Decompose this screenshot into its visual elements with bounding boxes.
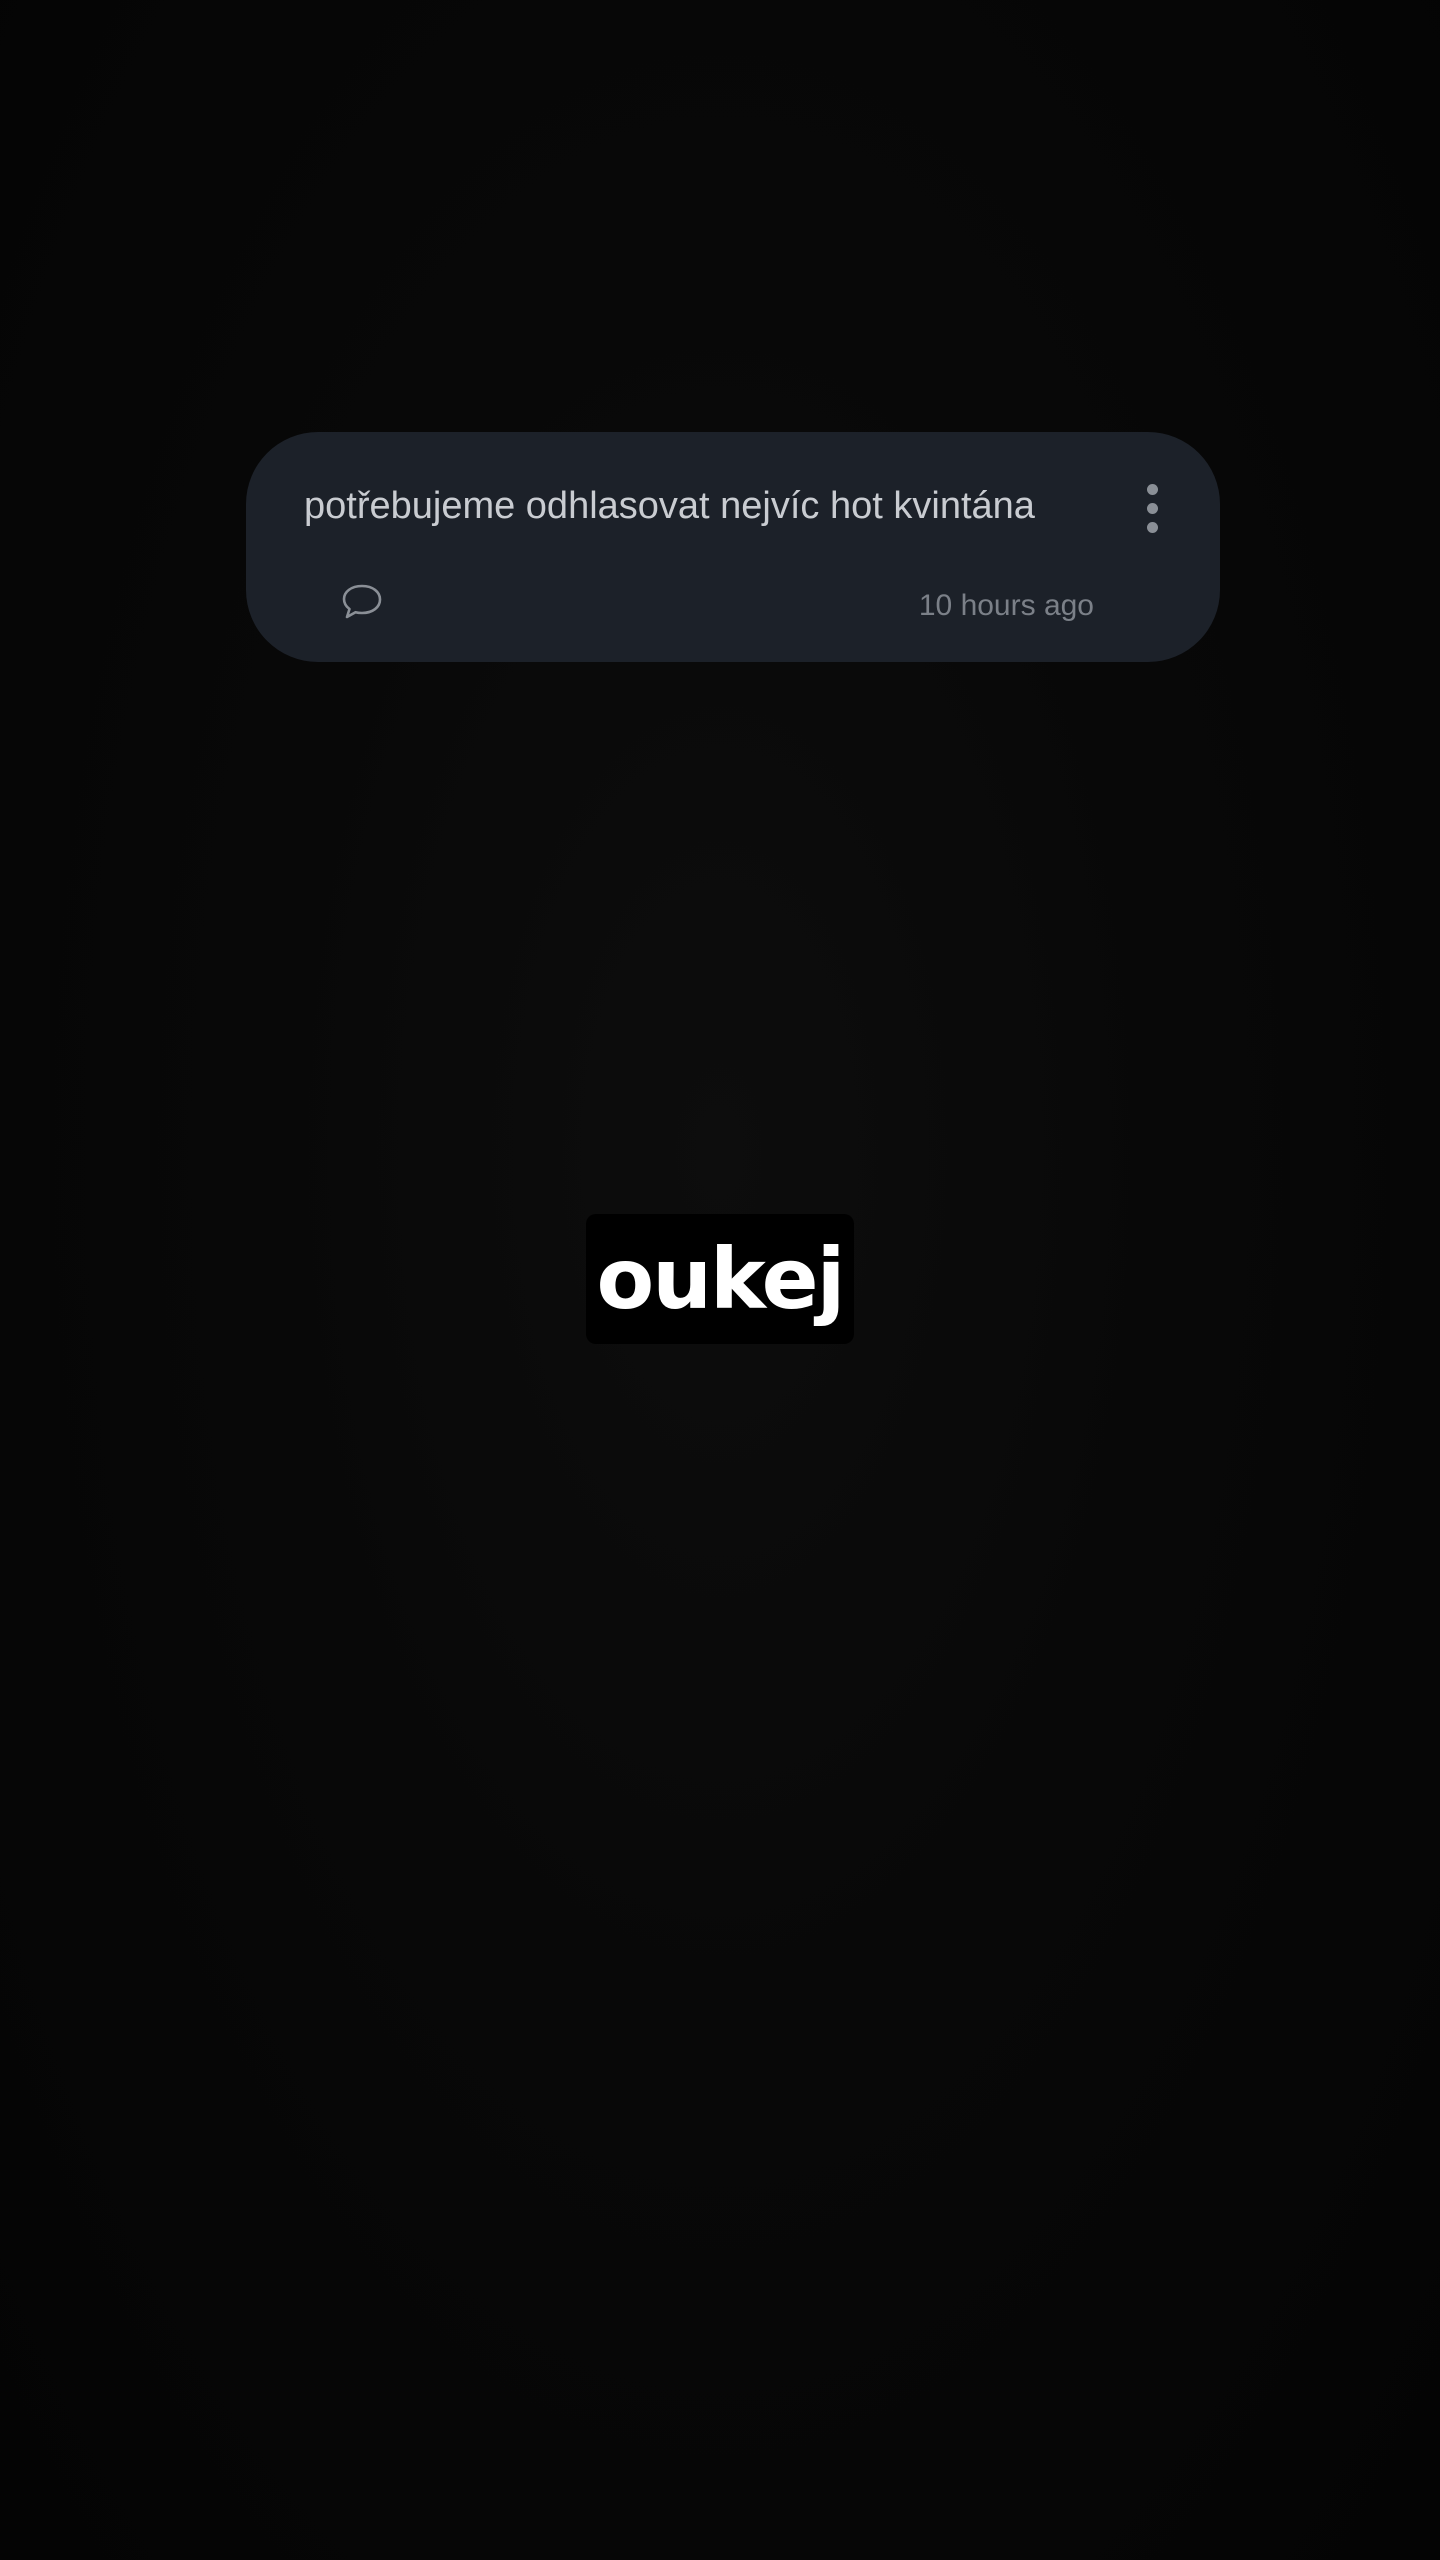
- post-card[interactable]: potřebujeme odhlasovat nejvíc hot kvintá…: [246, 432, 1220, 662]
- more-dot-icon: [1146, 502, 1158, 514]
- more-dot-icon: [1146, 483, 1158, 495]
- post-timestamp: 10 hours ago: [918, 589, 1094, 622]
- post-text: potřebujeme odhlasovat nejvíc hot kvintá…: [304, 485, 1035, 527]
- more-options-button[interactable]: [1122, 476, 1182, 540]
- comment-icon[interactable]: [340, 582, 384, 622]
- caption-text: oukej: [596, 1230, 846, 1328]
- more-dot-icon: [1146, 521, 1158, 533]
- caption-sticker: oukej: [586, 1214, 854, 1344]
